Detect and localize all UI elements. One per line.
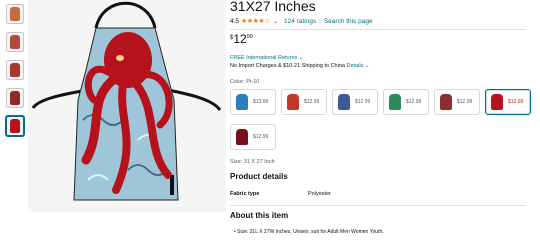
swatch-image xyxy=(389,94,401,110)
about-bullet-text: Size: 31L X 27W Inches, Unisex, suit for… xyxy=(237,229,384,235)
color-swatch[interactable]: $12.99 xyxy=(383,89,429,115)
thumbnail-selected[interactable] xyxy=(6,116,24,136)
color-swatch-selected[interactable]: $12.99 xyxy=(485,89,531,115)
size-label: Size: 31 X 27 Inch xyxy=(230,159,275,165)
swatch-price: $12.99 xyxy=(355,99,371,105)
price: $ 12 99 xyxy=(230,33,253,45)
about-bullet: • Size: 31L X 27W Inches, Unisex, suit f… xyxy=(234,229,384,235)
search-page-link[interactable]: Search this page xyxy=(324,18,373,25)
color-swatch[interactable]: $13.99 xyxy=(230,89,276,115)
returns-text[interactable]: FREE International Returns xyxy=(230,55,297,61)
swatch-image xyxy=(491,94,503,110)
about-heading: About this item xyxy=(230,211,289,220)
thumbnail[interactable] xyxy=(6,88,24,108)
swatch-price: $13.99 xyxy=(253,99,269,105)
star-rating-icon[interactable]: ★★★★☆ xyxy=(241,17,270,25)
chevron-down-icon[interactable]: ⌄ xyxy=(299,55,304,61)
rating-row: 4.5 ★★★★☆ ⌄ 124 ratings | Search this pa… xyxy=(230,17,373,26)
chevron-down-icon[interactable]: ⌄ xyxy=(273,18,278,25)
swatch-image xyxy=(236,129,248,145)
spec-key: Fabric type xyxy=(230,191,260,197)
details-link[interactable]: Details xyxy=(347,63,364,69)
spec-value: Polyester xyxy=(308,191,331,197)
swatch-price: $12.99 xyxy=(253,134,269,140)
divider xyxy=(230,205,526,206)
divider xyxy=(230,29,526,30)
import-text: No Import Charges & $10.21 Shipping to C… xyxy=(230,63,345,69)
color-swatch[interactable]: $12.99 xyxy=(434,89,480,115)
swatch-price: $12.99 xyxy=(406,99,422,105)
swatch-image xyxy=(236,94,248,110)
divider: | xyxy=(319,17,321,25)
swatch-image xyxy=(440,94,452,110)
color-swatch[interactable]: $12.99 xyxy=(230,124,276,150)
price-dollars: 12 xyxy=(233,32,247,46)
swatch-image xyxy=(287,94,299,110)
swatch-price: $12.99 xyxy=(457,99,473,105)
product-details-heading: Product details xyxy=(230,172,288,181)
thumbnail-list xyxy=(6,4,24,144)
import-charges: No Import Charges & $10.21 Shipping to C… xyxy=(230,63,369,69)
swatch-price: $12.99 xyxy=(508,99,524,105)
thumbnail[interactable] xyxy=(6,32,24,52)
color-label: Color: Pt-10 xyxy=(230,79,260,85)
thumbnail[interactable] xyxy=(6,4,24,24)
chevron-down-icon[interactable]: ⌄ xyxy=(365,63,370,69)
product-image xyxy=(28,0,226,212)
color-swatch[interactable]: $12.99 xyxy=(281,89,327,115)
returns-link[interactable]: FREE International Returns ⌄ xyxy=(230,55,303,61)
thumbnail[interactable] xyxy=(6,60,24,80)
price-cents: 99 xyxy=(246,34,253,40)
swatch-image xyxy=(338,94,350,110)
product-title: 31X27 Inches xyxy=(230,0,316,14)
swatch-price: $12.99 xyxy=(304,99,320,105)
rating-value: 4.5 xyxy=(230,17,240,25)
color-swatch[interactable]: $12.99 xyxy=(332,89,378,115)
ratings-link[interactable]: 124 ratings xyxy=(284,18,316,25)
